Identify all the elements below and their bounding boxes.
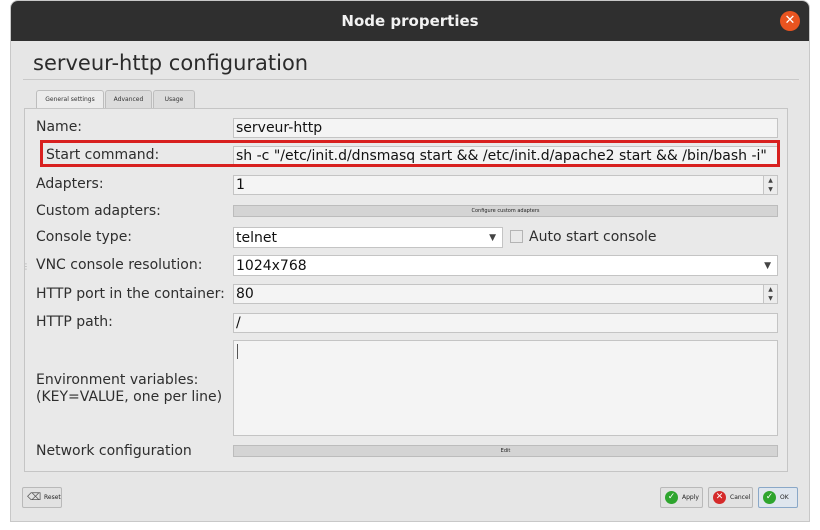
vnc-resolution-select[interactable]: 1024x768 ▼ [233,255,778,276]
start-command-highlight [40,140,780,167]
apply-button[interactable]: ✓ Apply [660,487,703,508]
configure-custom-adapters-button[interactable]: Configure custom adapters [233,205,778,217]
backspace-icon: ⌫ [27,492,42,503]
tab-general-settings[interactable]: General settings [36,90,104,109]
name-label: Name: [36,119,83,135]
vnc-resolution-label: VNC console resolution: [36,257,203,273]
http-port-label: HTTP port in the container: [36,286,225,302]
auto-start-console-checkbox[interactable] [510,230,523,243]
auto-start-console-label: Auto start console [529,229,657,245]
close-icon[interactable]: ✕ [780,11,800,31]
console-type-select[interactable]: telnet ▼ [233,227,503,248]
close-icon: ✕ [713,491,726,504]
cancel-button[interactable]: ✕ Cancel [708,487,753,508]
http-path-field[interactable]: / [233,313,778,333]
tab-advanced[interactable]: Advanced [105,90,152,108]
chevron-down-icon: ▼ [764,261,771,271]
text-caret [237,344,238,359]
spinner-arrows-icon[interactable]: ▲ ▼ [763,285,777,303]
resize-grip-icon[interactable]: ⋮ [22,262,30,271]
console-type-label: Console type: [36,229,133,245]
env-vars-textarea[interactable] [233,340,778,436]
http-path-label: HTTP path: [36,314,113,330]
http-port-spinbox[interactable]: 80 ▲ ▼ [233,284,778,304]
page-title-container: serveur-http configuration [23,47,799,80]
custom-adapters-label: Custom adapters: [36,203,161,219]
adapters-spinbox[interactable]: 1 ▲ ▼ [233,175,778,195]
name-field[interactable]: serveur-http [233,118,778,138]
network-edit-button[interactable]: Edit [233,445,778,457]
chevron-down-icon: ▼ [489,233,496,243]
adapters-label: Adapters: [36,176,104,192]
cancel-label: Cancel [730,494,751,501]
http-port-value: 80 [236,286,254,302]
adapters-value: 1 [236,177,245,193]
console-type-value: telnet [236,230,277,246]
reset-label: Reset [44,494,61,501]
title-bar: Node properties ✕ [11,1,809,41]
env-vars-label-line1: Environment variables: [36,372,199,388]
vnc-resolution-value: 1024x768 [236,258,307,274]
checkmark-icon: ✓ [665,491,678,504]
network-config-label: Network configuration [36,443,192,459]
ok-button[interactable]: ✓ OK [758,487,798,508]
apply-label: Apply [682,494,699,501]
tab-usage[interactable]: Usage [153,90,195,108]
checkmark-icon: ✓ [763,491,776,504]
reset-button[interactable]: ⌫ Reset [22,487,62,508]
page-title: serveur-http configuration [33,51,309,75]
window-title: Node properties [341,12,479,30]
ok-label: OK [780,494,789,501]
env-vars-label-line2: (KEY=VALUE, one per line) [36,389,223,405]
spinner-arrows-icon[interactable]: ▲ ▼ [763,176,777,194]
